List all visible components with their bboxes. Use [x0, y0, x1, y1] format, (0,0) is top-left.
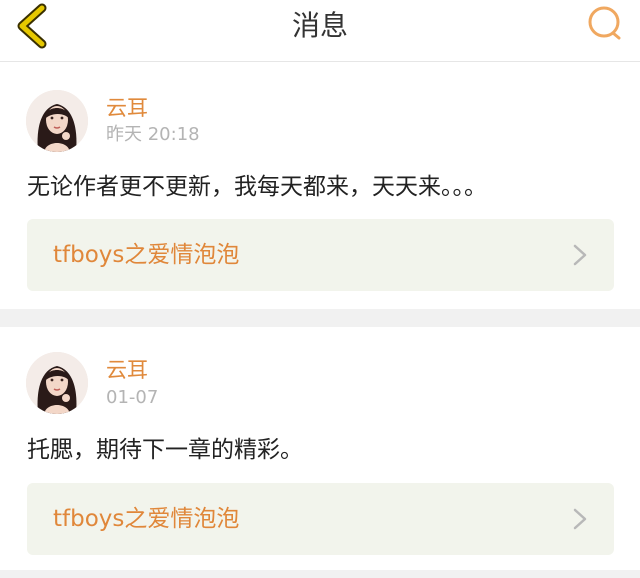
book-link[interactable]: tfboys之爱情泡泡: [27, 219, 614, 291]
top-navigation-bar: 消息: [0, 0, 640, 62]
message-card: 云耳 01-07 托腮，期待下一章的精彩。 tfboys之爱情泡泡: [0, 327, 640, 570]
section-divider: [0, 309, 640, 327]
book-title: tfboys之爱情泡泡: [53, 242, 240, 268]
avatar[interactable]: [26, 90, 88, 152]
author-name[interactable]: 云耳: [106, 94, 148, 122]
avatar-image: [26, 352, 88, 414]
search-button[interactable]: [586, 4, 626, 44]
book-title: tfboys之爱情泡泡: [53, 506, 240, 532]
author-name[interactable]: 云耳: [106, 356, 148, 384]
page-title: 消息: [291, 9, 348, 42]
message-content: 无论作者更不更新，我每天都来，天天来。。。: [27, 174, 487, 200]
section-divider: [0, 570, 640, 578]
book-link[interactable]: tfboys之爱情泡泡: [27, 483, 614, 555]
avatar[interactable]: [26, 352, 88, 414]
message-time: 01-07: [106, 387, 159, 408]
message-card: 云耳 昨天 20:18 无论作者更不更新，我每天都来，天天来。。。 tfboys…: [0, 62, 640, 309]
search-icon: [588, 6, 621, 40]
message-content: 托腮，期待下一章的精彩。: [27, 437, 303, 463]
chevron-right-icon: [573, 508, 587, 530]
message-time: 昨天 20:18: [106, 124, 200, 145]
avatar-image: [26, 90, 88, 152]
chevron-right-icon: [573, 244, 587, 266]
